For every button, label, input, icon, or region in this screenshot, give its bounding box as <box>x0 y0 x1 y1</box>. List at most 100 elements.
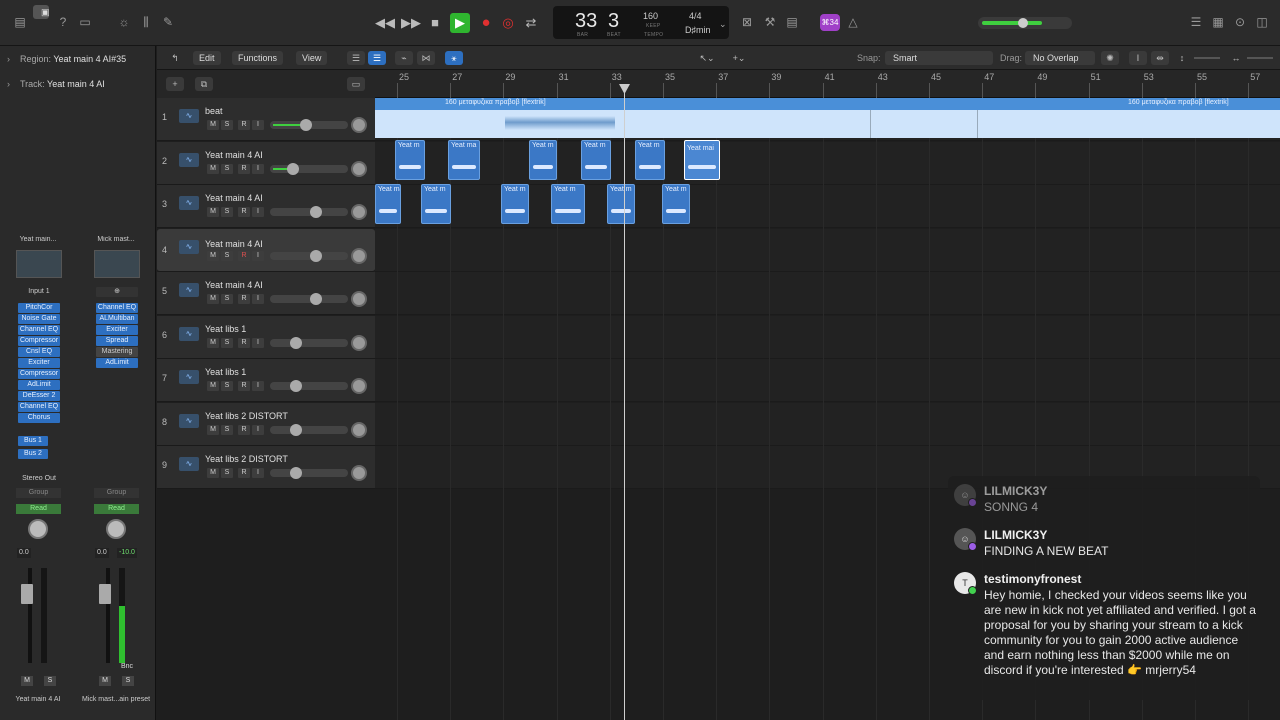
input-monitor-button[interactable]: I <box>252 250 264 261</box>
list-editor-icon[interactable]: ⊠ <box>739 14 755 30</box>
audio-region[interactable]: Yeat m <box>501 184 529 224</box>
track-name[interactable]: Yeat libs 2 DISTORT <box>205 411 288 421</box>
notepad-icon[interactable]: ▦ <box>1210 14 1226 30</box>
solo-button[interactable]: S <box>221 207 233 217</box>
pan-knob[interactable] <box>351 465 367 481</box>
audio-region[interactable]: Yeat m <box>581 140 611 180</box>
mute-button[interactable]: M <box>207 424 219 435</box>
track-view-icon[interactable]: ☰ <box>368 51 386 65</box>
plugin-slot[interactable]: Exciter <box>18 358 60 368</box>
volume-knob[interactable] <box>309 249 322 262</box>
smart-controls-icon[interactable]: ☼ <box>116 14 132 30</box>
track-lane[interactable] <box>375 315 1280 359</box>
solo-button[interactable]: S <box>44 676 56 686</box>
record-enable-button[interactable]: R <box>238 424 250 435</box>
track-name[interactable]: beat <box>205 106 223 116</box>
volume-knob[interactable] <box>289 380 302 392</box>
mute-button[interactable]: M <box>21 676 33 686</box>
chevron-right-icon[interactable]: › <box>7 47 10 71</box>
horizontal-fit-icon[interactable]: ⇹ <box>1151 51 1169 65</box>
playhead[interactable] <box>624 84 625 720</box>
library-icon[interactable]: ▤ <box>12 14 28 30</box>
pan-knob[interactable] <box>351 334 367 351</box>
view-menu[interactable]: View <box>296 51 328 65</box>
stop-button[interactable]: ■ <box>425 13 445 33</box>
pan-knob[interactable] <box>351 291 367 307</box>
plugin-slot[interactable]: Channel EQ <box>18 402 60 412</box>
track-header[interactable]: 7 ∿ Yeat libs 1 MSRI <box>157 359 375 402</box>
chevron-down-icon[interactable]: ⌄ <box>719 19 727 30</box>
mute-button[interactable]: M <box>207 250 219 261</box>
master-volume-slider[interactable] <box>978 17 1072 29</box>
browser-icon[interactable]: ◫ <box>1254 14 1270 30</box>
vertical-zoom-slider[interactable] <box>1194 57 1220 59</box>
track-header[interactable]: 4 ∿ Yeat main 4 AI M S R I <box>157 228 375 272</box>
input-monitor-button[interactable]: I <box>252 207 264 217</box>
volume-knob[interactable] <box>286 162 299 175</box>
plugin-slot[interactable]: PitchCor <box>18 303 60 313</box>
track-name[interactable]: Yeat libs 2 DISTORT <box>205 454 288 464</box>
track-volume-slider[interactable] <box>270 293 348 305</box>
track-name[interactable]: Yeat main 4 AI <box>205 193 263 203</box>
track-volume-slider[interactable] <box>270 119 348 131</box>
mute-button[interactable]: M <box>207 468 219 478</box>
input-monitor-button[interactable]: I <box>252 163 264 174</box>
record-enable-button[interactable]: R <box>238 468 250 478</box>
mute-button[interactable]: M <box>207 163 219 174</box>
track-inspector-row[interactable]: › Track: Yeat main 4 AI <box>0 72 156 96</box>
solo-button[interactable]: S <box>221 337 233 348</box>
inspector-icon[interactable]: ▣ <box>33 5 50 19</box>
audio-region[interactable]: Yeat ma <box>375 184 401 224</box>
play-button[interactable]: ▶ <box>450 13 470 33</box>
plugin-slot[interactable]: AdLimit <box>18 380 60 390</box>
audio-region[interactable]: Yeat ma <box>448 140 480 180</box>
volume-fader[interactable] <box>99 584 111 604</box>
input-monitor-button[interactable]: I <box>252 381 264 391</box>
track-lane[interactable] <box>375 272 1280 315</box>
eq-thumbnail[interactable] <box>94 250 140 278</box>
track-lane[interactable] <box>375 141 1280 185</box>
volume-knob[interactable] <box>289 336 302 349</box>
audio-region[interactable]: Yeat m <box>662 184 690 224</box>
send-slot[interactable]: Bus 2 <box>18 449 48 459</box>
input-monitor-button[interactable]: I <box>252 468 264 478</box>
plugin-slot[interactable]: ALMultiban <box>96 314 138 324</box>
solo-button[interactable]: S <box>221 294 233 304</box>
duplicate-track-button[interactable]: ⧉ <box>195 77 213 91</box>
track-header[interactable]: 8 ∿ Yeat libs 2 DISTORT M S R I <box>157 402 375 446</box>
group-slot[interactable]: Group <box>16 488 61 498</box>
waveform-zoom-icon[interactable]: ✺ <box>1101 51 1119 65</box>
solo-button[interactable]: S <box>221 424 233 435</box>
snap-select[interactable]: Smart <box>885 51 993 65</box>
mute-button[interactable]: M <box>207 294 219 304</box>
plugin-slot[interactable]: Chorus <box>18 413 60 423</box>
volume-knob[interactable] <box>299 119 312 131</box>
catch-icon[interactable]: ⚹ <box>445 51 463 65</box>
flex-icon[interactable]: ⋈ <box>417 51 435 65</box>
solo-button[interactable]: S <box>221 250 233 261</box>
plugin-slot[interactable]: Exciter <box>96 325 138 335</box>
score-icon[interactable]: ▤ <box>784 14 800 30</box>
chevron-right-icon[interactable]: › <box>7 72 10 96</box>
pan-knob[interactable] <box>351 117 367 133</box>
automation-mode[interactable]: Read <box>16 504 61 514</box>
pan-knob[interactable] <box>351 160 367 177</box>
input-monitor-button[interactable]: I <box>252 424 264 435</box>
automation-icon[interactable]: ⌁ <box>395 51 413 65</box>
track-name[interactable]: Yeat main 4 AI <box>205 150 263 160</box>
region-inspector-row[interactable]: › Region: Yeat main 4 AI#35 <box>0 47 156 71</box>
audio-region[interactable]: Yeat m <box>529 140 557 180</box>
track-name[interactable]: Yeat libs 1 <box>205 324 246 334</box>
input-monitor-button[interactable]: I <box>252 337 264 348</box>
loop-browser-icon[interactable]: ⊙ <box>1232 14 1248 30</box>
plugin-slot[interactable]: Channel EQ <box>96 303 138 313</box>
track-volume-slider[interactable] <box>270 467 348 479</box>
record-enable-button[interactable]: R <box>238 294 250 304</box>
input-monitor-button[interactable]: I <box>252 120 264 130</box>
volume-knob[interactable] <box>309 206 322 218</box>
master-volume-knob[interactable] <box>1018 18 1028 28</box>
vertical-zoom-slider-icon[interactable]: ↕ <box>1173 51 1191 65</box>
track-header[interactable]: 9 ∿ Yeat libs 2 DISTORT M S R I <box>157 446 375 489</box>
horizontal-zoom-slider[interactable] <box>1247 57 1273 59</box>
mute-button[interactable]: M <box>207 381 219 391</box>
